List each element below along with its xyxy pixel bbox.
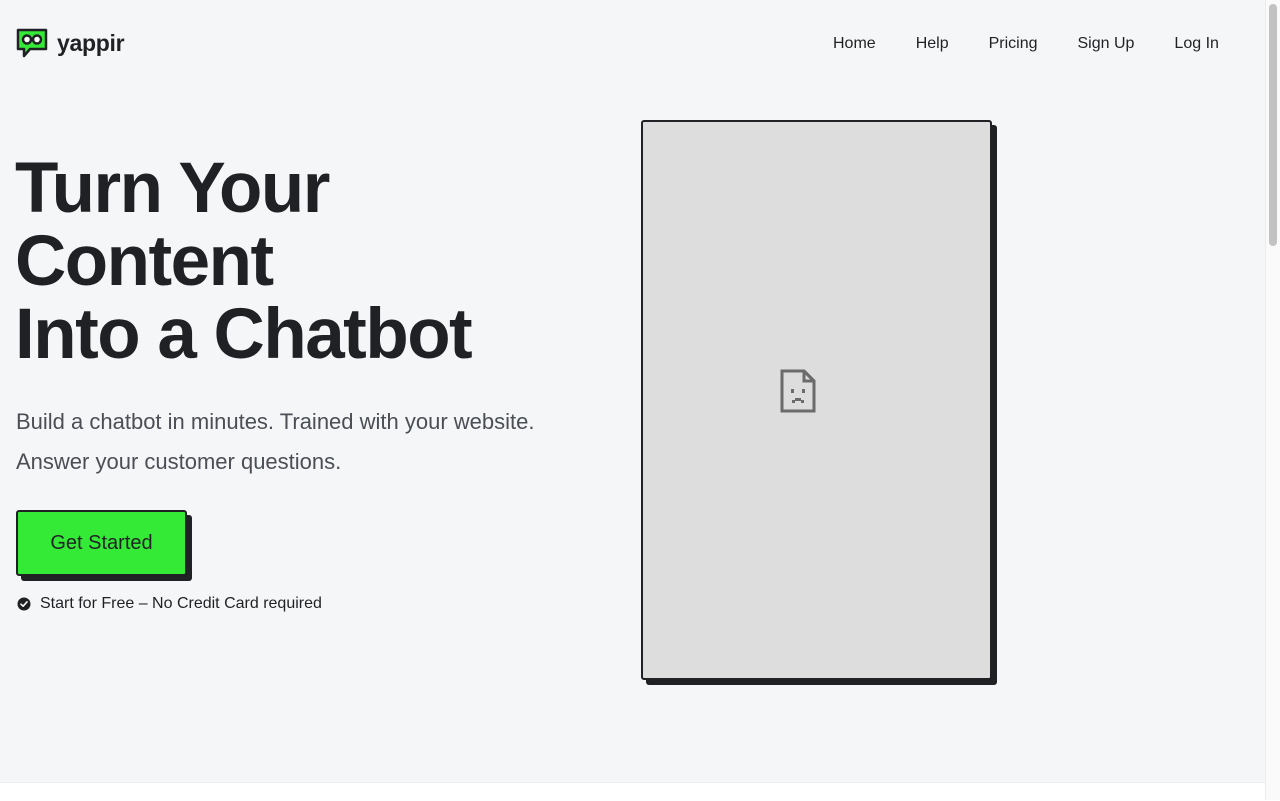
nav-help-link[interactable]: Help [896, 34, 969, 54]
brand-name: yappir [57, 30, 125, 56]
hero-subtitle: Build a chatbot in minutes. Trained with… [16, 402, 596, 482]
hero-title-line: Content [15, 222, 274, 301]
hero-title-line: Into a Chatbot [15, 295, 473, 374]
broken-document-icon [780, 369, 816, 418]
hero-subtitle-line: Answer your customer questions. [16, 449, 342, 474]
scrollbar-thumb[interactable] [1269, 4, 1277, 246]
footer-edge [0, 782, 1265, 801]
check-circle-icon [17, 597, 31, 611]
nav-home-link[interactable]: Home [813, 34, 896, 54]
nav-log-in-link[interactable]: Log In [1154, 34, 1238, 54]
hero-title: Turn Your Content Into a Chatbot [15, 152, 575, 371]
get-started-button[interactable]: Get Started [16, 510, 187, 576]
nav-sign-up-link[interactable]: Sign Up [1058, 34, 1155, 54]
hero-subtitle-line: Build a chatbot in minutes. Trained with… [16, 409, 535, 434]
embedded-chatbot-frame[interactable] [641, 120, 992, 680]
top-nav: Home Help Pricing Sign Up Log In [813, 34, 1239, 54]
page-scrollbar[interactable] [1265, 0, 1280, 800]
chat-bubble-eyes-icon [16, 27, 48, 59]
nav-pricing-link[interactable]: Pricing [969, 34, 1058, 54]
free-start-note: Start for Free – No Credit Card required [17, 594, 322, 614]
free-start-note-text: Start for Free – No Credit Card required [40, 595, 322, 612]
page-background: yappir Home Help Pricing Sign Up Log In … [0, 0, 1265, 782]
hero-title-line: Turn Your [15, 149, 330, 228]
logo-link[interactable]: yappir [16, 27, 125, 59]
